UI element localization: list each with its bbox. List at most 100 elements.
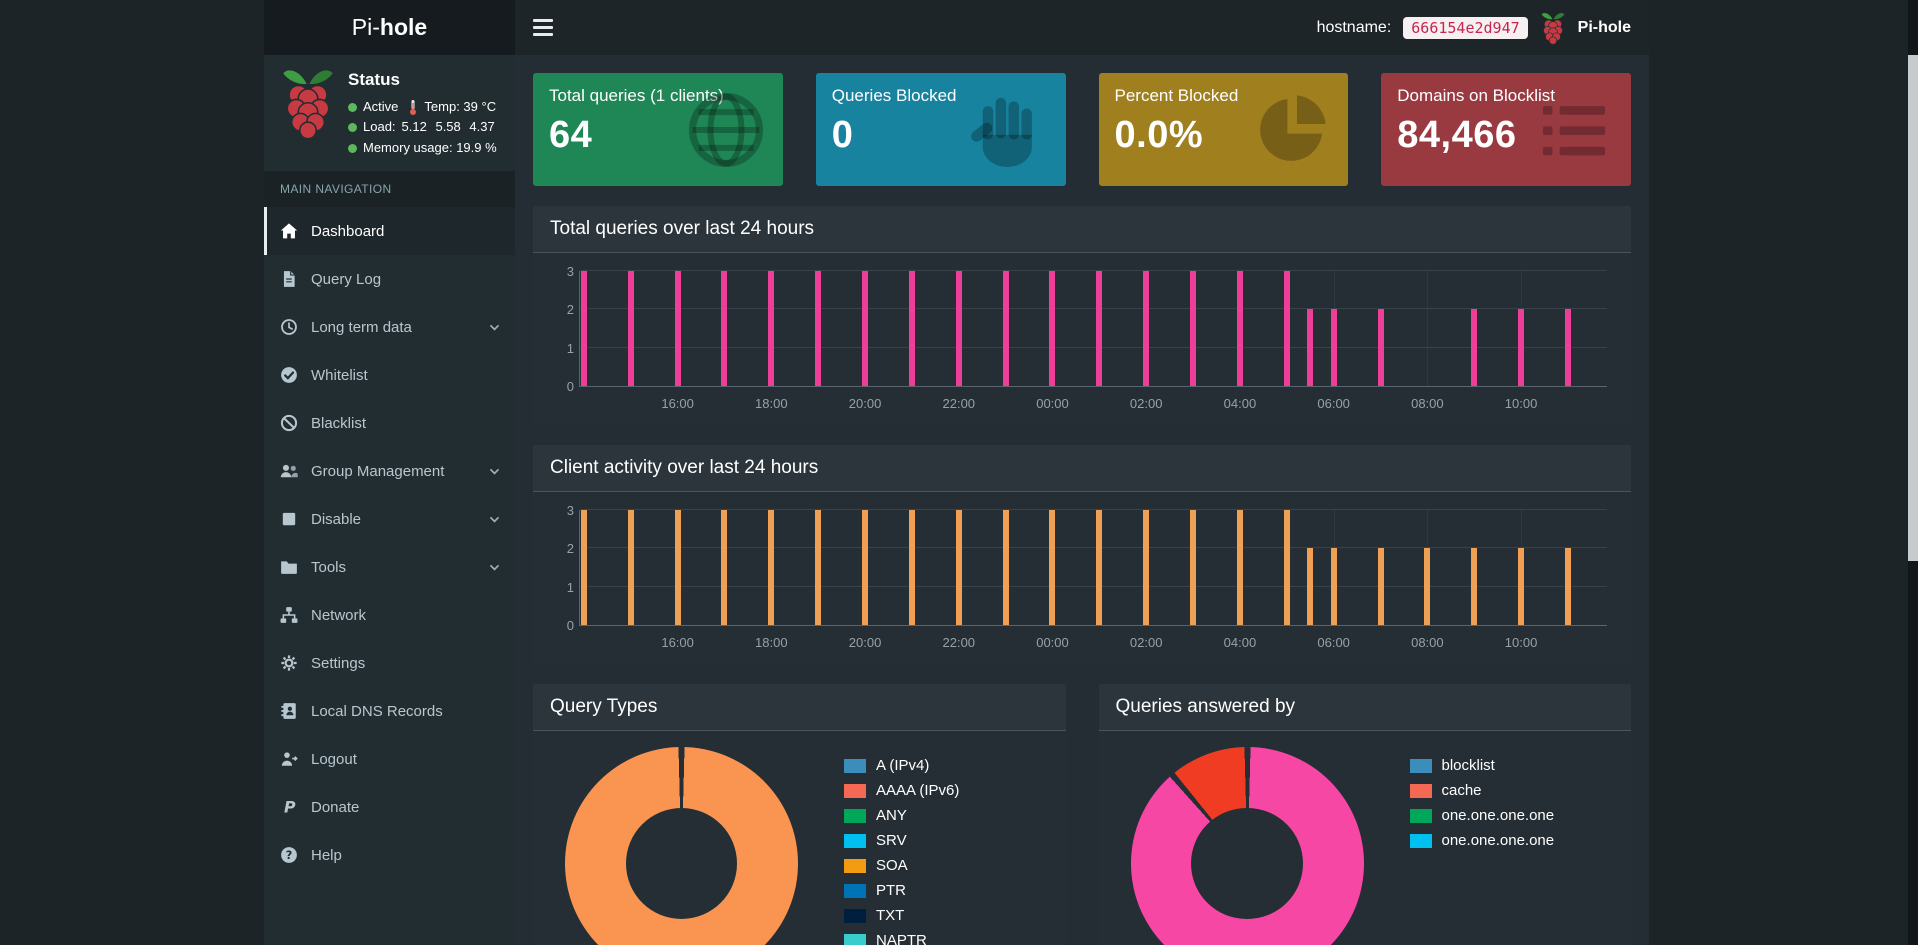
panel-query-types: Query Types A (IPv4) AAAA (IPv6) ANY SRV SOA… bbox=[533, 684, 1066, 945]
sidebar-item-label: Whitelist bbox=[311, 366, 368, 384]
chart-bar bbox=[1049, 510, 1056, 625]
app-wrapper: Pi-hole hostname: 666154e2d947 Pi-hole S… bbox=[264, 0, 1649, 945]
chart-bar bbox=[1377, 548, 1384, 625]
chevron-down-icon bbox=[487, 320, 502, 335]
x-tick-label: 00:00 bbox=[1036, 396, 1069, 411]
sidebar-item-tools[interactable]: Tools bbox=[264, 543, 515, 591]
legend-label: ANY bbox=[876, 807, 907, 824]
chart-bar bbox=[1096, 271, 1103, 386]
status-row-active: Active Temp: 39 °C bbox=[348, 98, 497, 117]
app-logo[interactable]: Pi-hole bbox=[264, 0, 515, 55]
logo-text-thin: Pi- bbox=[351, 14, 380, 40]
x-tick-label: 08:00 bbox=[1411, 396, 1444, 411]
navbar-main: hostname: 666154e2d947 Pi-hole bbox=[515, 0, 1649, 55]
legend-label: PTR bbox=[876, 882, 906, 899]
pihole-logo bbox=[280, 66, 336, 140]
legend-item-naptr[interactable]: NAPTR bbox=[844, 932, 959, 945]
status-temp: Temp: 39 °C bbox=[424, 98, 497, 114]
grid-line-horizontal bbox=[580, 308, 1607, 310]
home-icon bbox=[280, 222, 298, 240]
y-tick-label: 3 bbox=[566, 264, 574, 279]
list-icon bbox=[1531, 87, 1617, 173]
legend-item-soa[interactable]: SOA bbox=[844, 857, 959, 874]
chart-bar bbox=[580, 271, 587, 386]
chart-bar bbox=[815, 271, 822, 386]
chart-bar bbox=[721, 271, 728, 386]
sidebar-item-label: Local DNS Records bbox=[311, 702, 443, 720]
y-tick-label: 1 bbox=[566, 579, 574, 595]
page: Pi-hole hostname: 666154e2d947 Pi-hole S… bbox=[0, 0, 1918, 945]
brand-label: Pi-hole bbox=[1577, 18, 1631, 36]
sidebar-item-blacklist[interactable]: Blacklist bbox=[264, 399, 515, 447]
question-icon bbox=[280, 846, 298, 864]
legend-item-one-one-one-one[interactable]: one.one.one.one bbox=[1409, 807, 1554, 824]
chart-bar bbox=[1307, 548, 1314, 625]
legend-item-ptr[interactable]: PTR bbox=[844, 882, 959, 899]
chart-bar bbox=[1143, 510, 1150, 625]
legend-swatch bbox=[844, 858, 866, 873]
legend-swatch bbox=[844, 783, 866, 798]
chart-bar bbox=[1564, 309, 1571, 386]
legend-swatch bbox=[844, 933, 866, 945]
chart-bar bbox=[674, 510, 681, 625]
sidebar-item-settings[interactable]: Settings bbox=[264, 639, 515, 687]
main-content: Total queries (1 clients) 64 Queries Block… bbox=[515, 55, 1649, 945]
scrollbar-track[interactable] bbox=[1908, 0, 1918, 945]
x-tick-label: 10:00 bbox=[1504, 635, 1538, 650]
x-tick-label: 22:00 bbox=[942, 635, 976, 650]
sidebar-item-whitelist[interactable]: Whitelist bbox=[264, 351, 515, 399]
status-load-label: Load: bbox=[363, 119, 396, 135]
chart-bar bbox=[955, 271, 962, 386]
globe-icon bbox=[683, 87, 769, 173]
chart-bar bbox=[674, 271, 681, 386]
chart-bar bbox=[768, 271, 775, 386]
legend-item-a-ipv4[interactable]: A (IPv4) bbox=[844, 757, 959, 774]
status-panel: Status Active Temp: 39 °C Load: 5.12 5.5… bbox=[264, 55, 515, 171]
chart-bar bbox=[1096, 510, 1103, 625]
legend-item-one-one-one-one[interactable]: one.one.one.one bbox=[1409, 832, 1554, 849]
legend-swatch bbox=[844, 883, 866, 898]
chart-plot-area: 16:00 18:00 20:00 22:00 00:00 02:00 04:00 06:00… bbox=[567, 264, 1607, 411]
sidebar-item-local-dns-records[interactable]: Local DNS Records bbox=[264, 687, 515, 735]
panel-queries-answered-by: Queries answered by blocklist cache one.on… bbox=[1098, 684, 1631, 945]
legend-item-txt[interactable]: TXT bbox=[844, 907, 959, 924]
chart-bar bbox=[1471, 309, 1478, 386]
stat-card-percent-blocked: Percent Blocked 0.0% bbox=[1098, 73, 1349, 186]
legend-item-any[interactable]: ANY bbox=[844, 807, 959, 824]
sidebar-item-label: Blacklist bbox=[311, 414, 367, 432]
sidebar-item-label: Dashboard bbox=[311, 222, 385, 240]
grid-line-horizontal bbox=[580, 346, 1607, 348]
x-tick-label: 20:00 bbox=[848, 635, 882, 650]
sidebar-item-group-management[interactable]: Group Management bbox=[264, 447, 515, 495]
x-tick-label: 18:00 bbox=[755, 396, 788, 411]
scrollbar-thumb[interactable] bbox=[1908, 55, 1918, 561]
x-tick-label: 18:00 bbox=[755, 635, 788, 650]
sidebar-toggle-button[interactable] bbox=[533, 0, 561, 55]
paypal-icon bbox=[280, 798, 298, 816]
legend-swatch bbox=[1409, 808, 1432, 823]
chart-bar bbox=[627, 510, 634, 625]
logout-icon bbox=[280, 750, 298, 768]
sidebar-item-label: Settings bbox=[311, 654, 366, 672]
sidebar-item-long-term-data[interactable]: Long term data bbox=[264, 303, 515, 351]
legend-item-srv[interactable]: SRV bbox=[844, 832, 959, 849]
status-memory: Memory usage: 19.9 % bbox=[363, 140, 497, 156]
sidebar-item-network[interactable]: Network bbox=[264, 591, 515, 639]
legend-item-cache[interactable]: cache bbox=[1409, 782, 1555, 799]
sidebar-item-help[interactable]: Help bbox=[264, 831, 515, 879]
sidebar-item-dashboard[interactable]: Dashboard bbox=[264, 207, 515, 256]
legend-item-blocklist[interactable]: blocklist bbox=[1409, 757, 1555, 774]
queries-over-time-chart: 16:00 18:00 20:00 22:00 00:00 02:00 04:00 06:00… bbox=[547, 264, 1617, 417]
chevron-down-icon bbox=[487, 512, 502, 527]
sidebar-item-disable[interactable]: Disable bbox=[264, 495, 515, 543]
legend-item-aaaa-ipv6[interactable]: AAAA (IPv6) bbox=[844, 782, 959, 799]
sidebar-item-donate[interactable]: Donate bbox=[264, 783, 515, 831]
chart-bar bbox=[1564, 548, 1571, 625]
client-activity-chart: 16:00 18:00 20:00 22:00 00:00 02:00 04:00 06:00… bbox=[547, 503, 1617, 656]
chart-bar bbox=[1471, 548, 1478, 625]
sidebar-item-label: Disable bbox=[311, 510, 362, 528]
sidebar-item-logout[interactable]: Logout bbox=[264, 735, 515, 783]
legend-label: SOA bbox=[876, 857, 908, 874]
sidebar-item-query-log[interactable]: Query Log bbox=[264, 255, 515, 303]
chart-bar bbox=[627, 271, 634, 386]
